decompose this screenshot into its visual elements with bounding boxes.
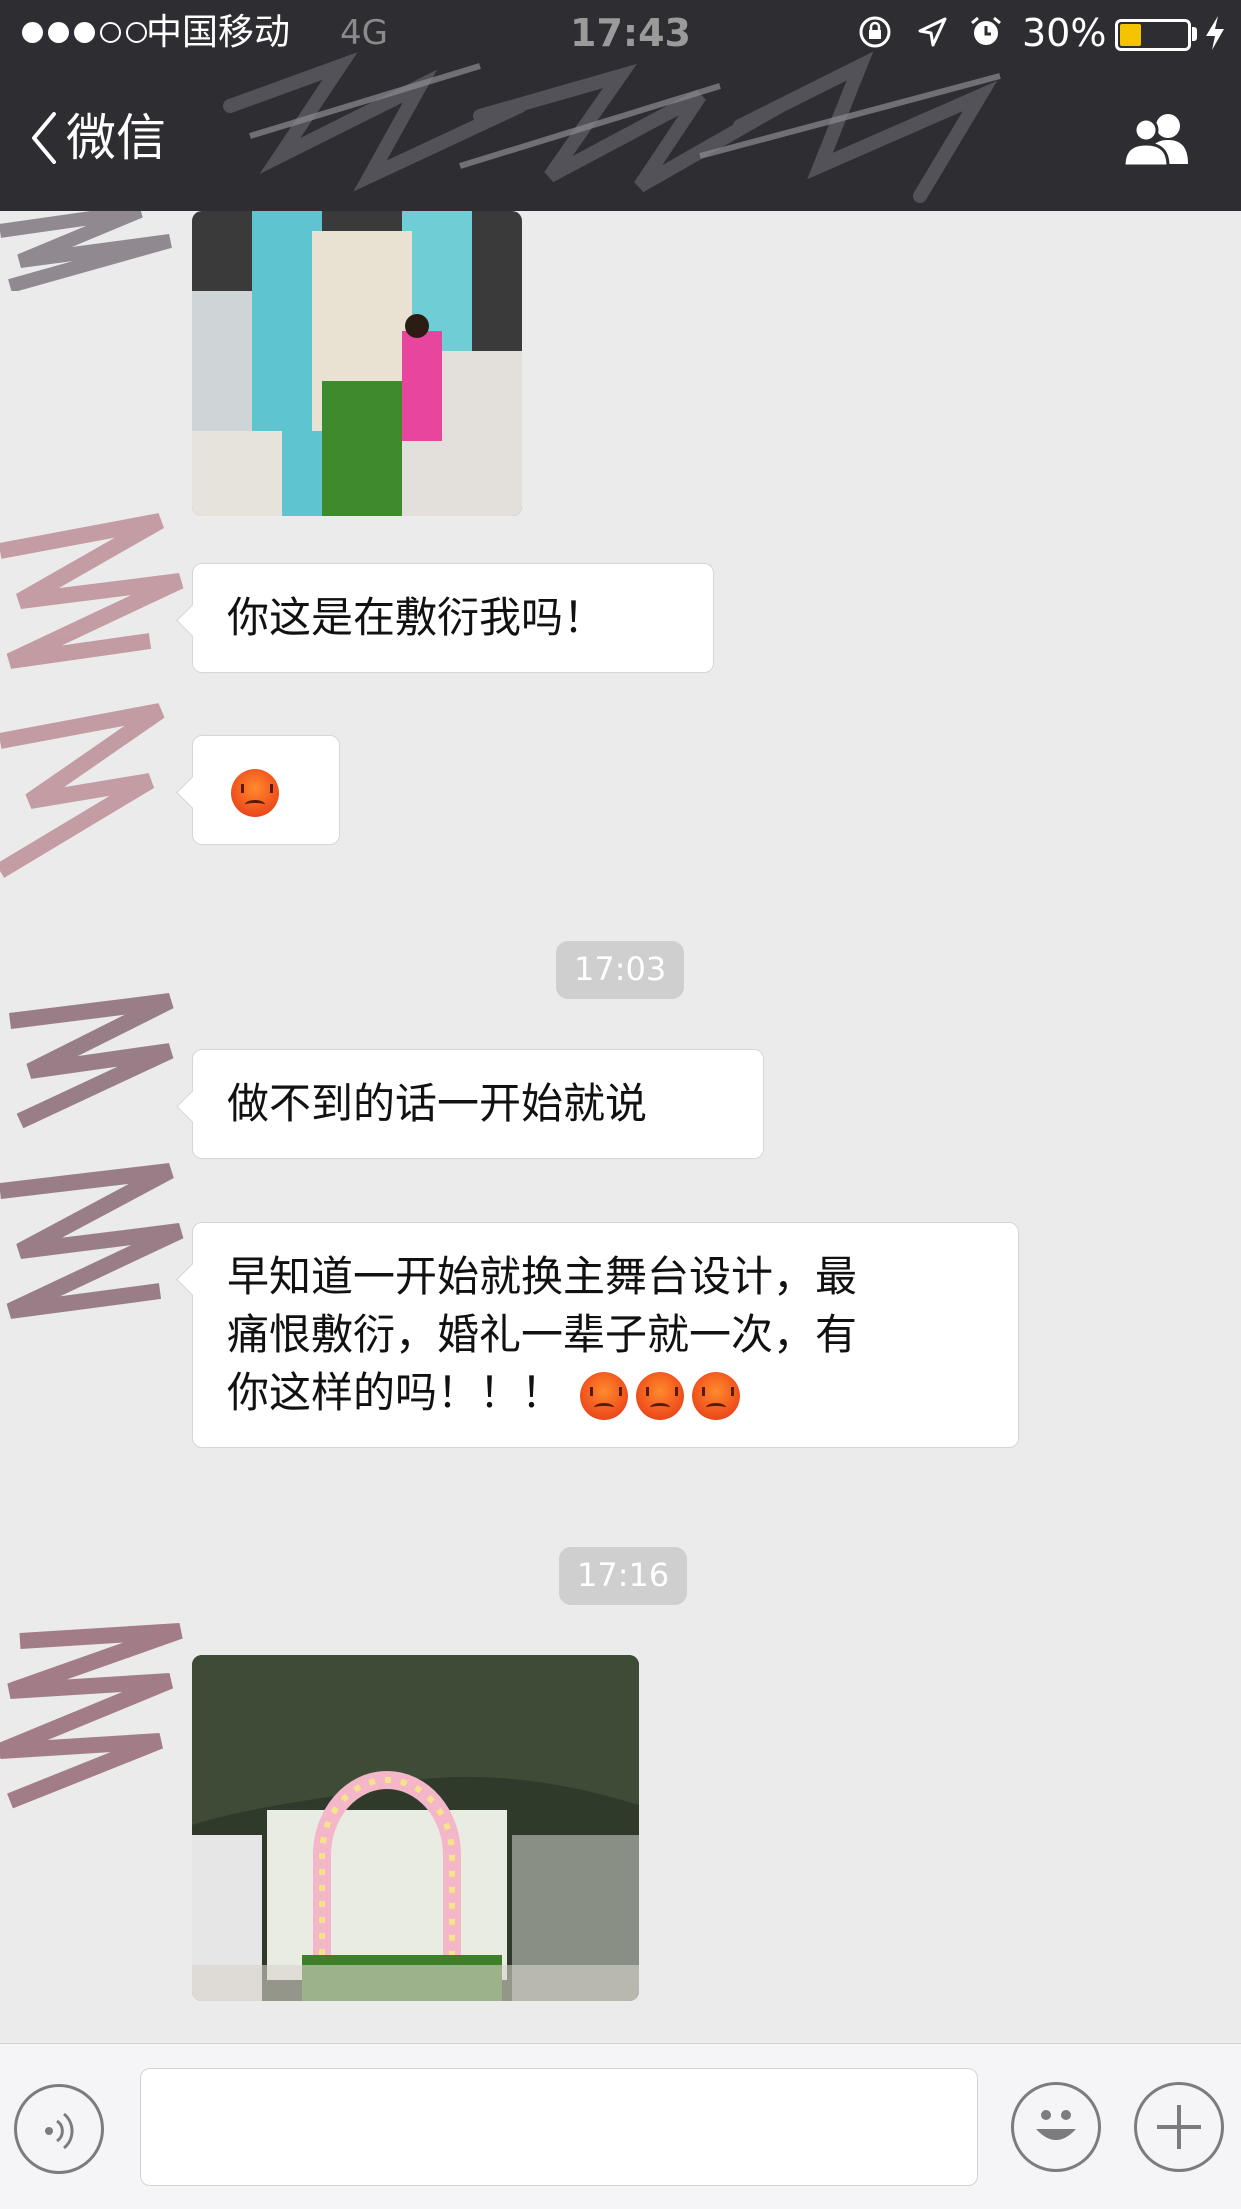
alarm-icon [971, 16, 1001, 45]
charging-bolt-icon [1206, 16, 1224, 50]
message-line-text: 你这样的吗！！！ [227, 1368, 564, 1417]
group-members-button[interactable] [1120, 110, 1198, 172]
chevron-left-icon [32, 112, 56, 164]
redaction-scribble [223, 51, 1001, 203]
chat-area[interactable]: 你这是在敷衍我吗！ 17:03 做不到的话一开始就说 早知道一开始就换主舞台设计… [0, 211, 1241, 2043]
nav-bar: 微信 [0, 51, 1241, 211]
message-input[interactable] [140, 2068, 978, 2186]
plus-icon [1157, 2105, 1201, 2149]
avatar-redaction-2 [0, 513, 184, 878]
orientation-lock-icon [859, 16, 891, 48]
angry-emoji-icon [231, 768, 279, 817]
timestamp: 17:03 [556, 941, 685, 999]
battery-percent: 30% [1022, 11, 1107, 55]
location-arrow-icon [918, 17, 947, 47]
angry-emoji-icon [636, 1371, 685, 1420]
message-line: 你这样的吗！！！ [227, 1364, 984, 1422]
signal-dots-icon [22, 22, 147, 46]
message-bubble-emoji[interactable] [192, 735, 340, 845]
top-bar: 中国移动 4G 17:43 30% 微信 [0, 0, 1241, 211]
message-text: 你这是在敷衍我吗！ [227, 593, 606, 642]
group-members-icon [1122, 114, 1188, 168]
message-image[interactable] [192, 211, 522, 516]
avatar-redaction-4 [0, 1623, 183, 1809]
message-image[interactable] [192, 1655, 639, 2001]
smiley-icon [1036, 2110, 1076, 2140]
avatar-redaction-3 [0, 993, 184, 1319]
message-line: 早知道一开始就换主舞台设计，最 [227, 1252, 858, 1301]
voice-button[interactable] [14, 2084, 104, 2174]
back-label: 微信 [66, 109, 166, 167]
angry-emoji-icon [580, 1371, 629, 1420]
message-bubble[interactable]: 早知道一开始就换主舞台设计，最 痛恨敷衍，婚礼一辈子就一次，有 你这样的吗！！！ [192, 1222, 1019, 1448]
avatar-redaction-1 [0, 211, 172, 291]
back-button[interactable]: 微信 [28, 108, 166, 168]
battery-tip [1192, 27, 1197, 41]
plus-button[interactable] [1134, 2082, 1224, 2172]
input-bar [0, 2043, 1241, 2209]
photo-floral-arch [192, 1655, 639, 2001]
angry-emoji-icon [692, 1371, 741, 1420]
message-line: 痛恨敷衍，婚礼一辈子就一次，有 [227, 1310, 858, 1359]
voice-icon [45, 2112, 74, 2150]
message-text: 做不到的话一开始就说 [227, 1079, 648, 1128]
photo-wedding-aisle [192, 211, 522, 516]
emoji-button[interactable] [1011, 2082, 1101, 2172]
message-bubble[interactable]: 做不到的话一开始就说 [192, 1049, 764, 1159]
battery-icon [1115, 19, 1191, 51]
message-bubble[interactable]: 你这是在敷衍我吗！ [192, 563, 714, 673]
timestamp: 17:16 [559, 1547, 688, 1605]
